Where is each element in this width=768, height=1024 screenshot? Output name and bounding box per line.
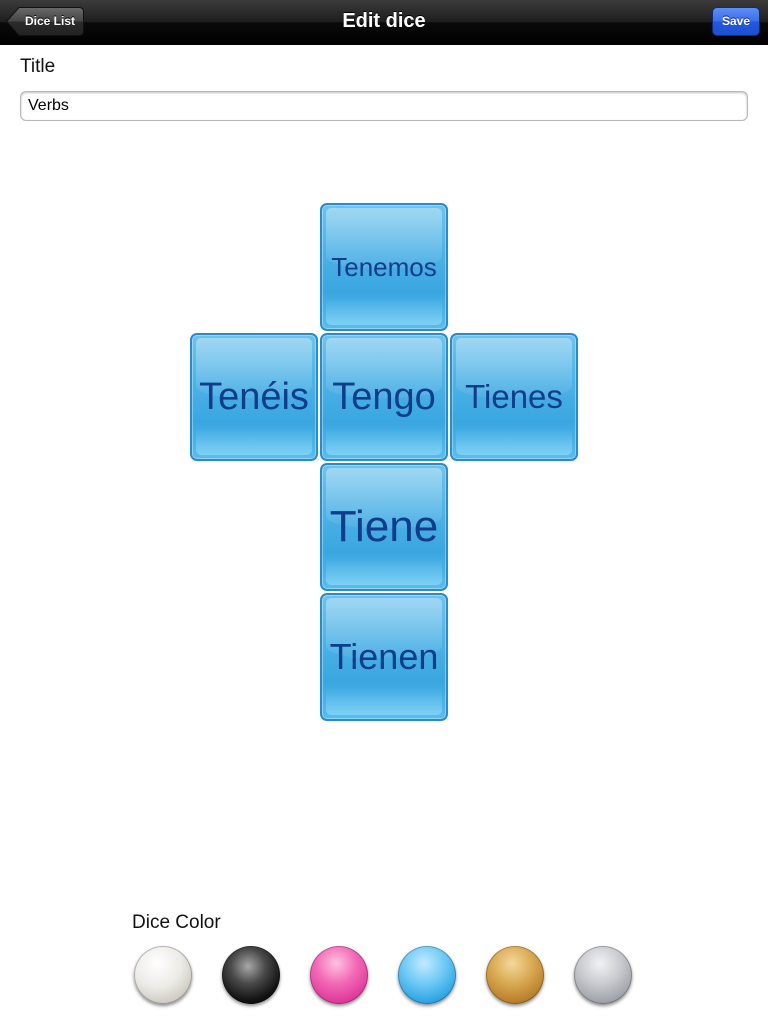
title-input[interactable] (20, 91, 748, 121)
dice-face-right[interactable]: Tienes (450, 333, 578, 461)
dice-face-left[interactable]: Tenéis (190, 333, 318, 461)
color-swatch-black[interactable] (222, 946, 280, 1004)
dice-face-center-label: Tengo (332, 375, 436, 418)
dice-face-bottom[interactable]: Tienen (320, 593, 448, 721)
color-swatch-wood[interactable] (486, 946, 544, 1004)
dice-face-below-label: Tiene (329, 502, 439, 551)
dice-face-right-label: Tienes (465, 378, 563, 415)
save-button[interactable]: Save (712, 7, 760, 36)
dice-face-below[interactable]: Tiene (320, 463, 448, 591)
dice-face-top[interactable]: Tenemos (320, 203, 448, 331)
color-swatch-stone[interactable] (574, 946, 632, 1004)
title-label: Title (20, 56, 56, 77)
dice-face-bottom-label: Tienen (329, 636, 439, 677)
page-title: Edit dice (342, 10, 426, 32)
color-swatch-pink[interactable] (310, 946, 368, 1004)
dice-face-left-label: Tenéis (199, 375, 309, 418)
dice-face-center[interactable]: Tengo (320, 333, 448, 461)
color-swatch-blue[interactable] (398, 946, 456, 1004)
dice-face-top-label: Tenemos (331, 251, 437, 282)
navigation-bar: Dice List Edit dice Save (0, 0, 768, 45)
color-swatch-white[interactable] (134, 946, 192, 1004)
dice-color-label: Dice Color (132, 912, 221, 933)
